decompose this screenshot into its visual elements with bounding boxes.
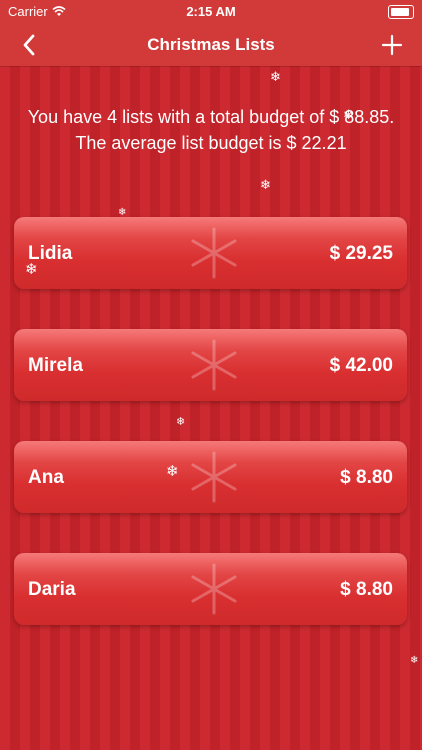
falling-snowflake-icon: ❄ — [343, 107, 354, 122]
list-budget: $ 42.00 — [329, 355, 393, 376]
falling-snowflake-icon: ❄ — [270, 69, 281, 84]
list-card-daria[interactable]: Daria $ 8.80 — [14, 553, 407, 625]
list-card-ana[interactable]: Ana $ 8.80 — [14, 441, 407, 513]
falling-snowflake-icon: ❄ — [25, 261, 38, 278]
snowflake-decoration-icon — [191, 339, 237, 391]
falling-snowflake-icon: ❄ — [260, 177, 271, 192]
snowflake-decoration-icon — [191, 563, 237, 615]
list-card-mirela[interactable]: Mirela $ 42.00 — [14, 329, 407, 401]
battery-icon — [388, 5, 414, 19]
list-name: Mirela — [28, 355, 83, 376]
list-budget: $ 8.80 — [340, 467, 393, 488]
snowflake-decoration-icon — [191, 227, 237, 279]
list-card-lidia[interactable]: Lidia $ 29.25 — [14, 217, 407, 289]
falling-snowflake-icon: ❄ — [118, 207, 127, 218]
falling-snowflake-icon: ❄ — [176, 416, 186, 428]
list-name: Ana — [28, 467, 64, 488]
page-title: Christmas Lists — [147, 35, 275, 54]
add-list-icon[interactable] — [377, 30, 407, 60]
falling-snowflake-icon: ❄ — [410, 655, 419, 666]
list-budget: $ 29.25 — [329, 243, 393, 264]
clock-label: 2:15 AM — [186, 4, 236, 19]
list-name: Daria — [28, 579, 76, 600]
status-bar: Carrier 2:15 AM — [0, 0, 422, 24]
snowflake-decoration-icon — [191, 451, 237, 503]
list-budget: $ 8.80 — [340, 579, 393, 600]
nav-bar: Christmas Lists — [0, 24, 422, 66]
falling-snowflake-icon: ❄ — [166, 463, 179, 480]
